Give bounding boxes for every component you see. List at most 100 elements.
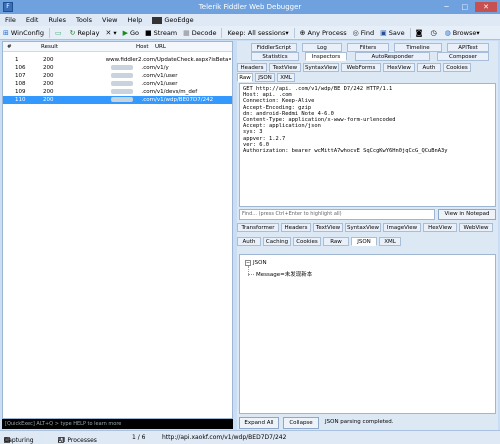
- go-button[interactable]: ▶ Go: [120, 26, 142, 40]
- replay-button[interactable]: ↻ Replay: [67, 26, 103, 40]
- any-process-button[interactable]: ⊕ Any Process: [297, 26, 350, 40]
- response-tab-transformer[interactable]: Transformer: [237, 223, 279, 232]
- response-tab-imageview[interactable]: ImageView: [383, 223, 421, 232]
- inspector-pane: FiddlerScript Log Filters Timeline APITest S…: [237, 41, 498, 430]
- screenshot-button[interactable]: ◙: [413, 26, 428, 40]
- session-row[interactable]: 110 200 .com/v1/wdp/BE07D7/242: [3, 96, 232, 104]
- keep-sessions-dropdown[interactable]: Keep: All sessions ▾: [224, 26, 291, 40]
- tab-autoresponder[interactable]: AutoResponder: [355, 52, 430, 61]
- request-tab-auth[interactable]: Auth: [417, 63, 441, 72]
- view-in-notepad-button[interactable]: View in Notepad: [438, 209, 496, 220]
- col-header-id[interactable]: #: [7, 44, 12, 50]
- camera-icon: ◙: [415, 28, 423, 37]
- title-bar: F Telerik Fiddler Web Debugger ─ □ ✕: [0, 0, 500, 14]
- tab-filters[interactable]: Filters: [347, 43, 389, 52]
- json-bottom-bar: Expand All Collapse JSON parsing complet…: [239, 416, 496, 430]
- menu-help[interactable]: Help: [122, 14, 147, 26]
- response-tab-cookies[interactable]: Cookies: [293, 237, 321, 246]
- session-result: 200: [43, 65, 54, 71]
- process-filter-label: All Processes: [58, 437, 97, 444]
- col-header-url[interactable]: URL: [155, 44, 166, 50]
- find-button[interactable]: ◎ Find: [350, 26, 377, 40]
- decode-icon: ▦: [183, 28, 190, 37]
- response-tab-headers[interactable]: Headers: [281, 223, 311, 232]
- session-host: www.fiddler2.com: [105, 57, 155, 63]
- tab-statistics[interactable]: Statistics: [251, 52, 299, 61]
- browse-button[interactable]: ◍ Browse ▾: [442, 26, 483, 40]
- request-tab-cookies[interactable]: Cookies: [443, 63, 471, 72]
- maximize-button[interactable]: □: [457, 2, 473, 12]
- request-tab-textview[interactable]: TextView: [269, 63, 301, 72]
- session-host: .com: [141, 97, 156, 103]
- request-raw-text[interactable]: GET http://api. .com/v1/wdp/BE D7/242 HT…: [239, 83, 496, 207]
- tab-inspectors[interactable]: Inspectors: [305, 52, 347, 61]
- menu-view[interactable]: View: [97, 14, 122, 26]
- response-tab-auth[interactable]: Auth: [237, 237, 261, 246]
- session-result: 200: [43, 81, 54, 87]
- stream-button[interactable]: ■ Stream: [142, 26, 180, 40]
- toolbar-divider: [221, 27, 223, 38]
- capturing-label: Capturing: [4, 437, 34, 444]
- replay-icon: ↻: [69, 28, 76, 37]
- request-tab-raw[interactable]: Raw: [237, 73, 253, 82]
- redacted-host: [111, 97, 133, 102]
- request-tab-headers[interactable]: Headers: [237, 63, 267, 72]
- session-id: 1: [15, 57, 19, 63]
- menu-edit[interactable]: Edit: [21, 14, 44, 26]
- request-tab-webforms[interactable]: WebForms: [341, 63, 381, 72]
- session-row[interactable]: 1 200 www.fiddler2.com/UpdateCheck.aspx?is…: [3, 56, 232, 64]
- tab-log[interactable]: Log: [302, 43, 342, 52]
- menu-file[interactable]: File: [0, 14, 21, 26]
- chevron-down-icon: ▾: [285, 28, 289, 37]
- timer-button[interactable]: ◷: [427, 26, 441, 40]
- session-host: .com: [141, 73, 156, 79]
- col-header-result[interactable]: Result: [41, 44, 58, 50]
- response-tab-xml[interactable]: XML: [379, 237, 401, 246]
- request-tab-xml[interactable]: XML: [277, 73, 295, 82]
- remove-button[interactable]: ✕ ▾: [102, 26, 119, 40]
- menu-geoedge[interactable]: GeoEdge: [147, 14, 198, 26]
- stream-icon: ■: [145, 28, 152, 37]
- session-url: /v1/user: [155, 73, 178, 79]
- json-message-node[interactable]: Message=未发现新本: [256, 270, 312, 278]
- tab-timeline[interactable]: Timeline: [394, 43, 442, 52]
- response-tab-syntaxview[interactable]: SyntaxView: [345, 223, 381, 232]
- session-row[interactable]: 106 200 .com/v1/y: [3, 64, 232, 72]
- tab-composer[interactable]: Composer: [437, 52, 489, 61]
- response-tab-webview[interactable]: WebView: [459, 223, 493, 232]
- close-button[interactable]: ✕: [475, 2, 497, 12]
- minimize-button[interactable]: ─: [439, 2, 455, 12]
- save-button[interactable]: ▣ Save: [377, 26, 408, 40]
- response-tab-json[interactable]: JSON: [351, 237, 377, 246]
- session-row[interactable]: 108 200 .com/v1/user: [3, 80, 232, 88]
- decode-label: Decode: [191, 28, 217, 37]
- menu-tools[interactable]: Tools: [71, 14, 97, 26]
- expand-all-button[interactable]: Expand All: [239, 417, 279, 429]
- session-list-header: # Result Host URL: [3, 42, 232, 52]
- tab-fiddlerscript[interactable]: FiddlerScript: [251, 43, 297, 52]
- request-tab-json[interactable]: JSON: [255, 73, 275, 82]
- quickexec-input[interactable]: [QuickExec] ALT+Q > type HELP to learn m…: [2, 419, 233, 429]
- decode-button[interactable]: ▦ Decode: [180, 26, 219, 40]
- find-label: Find: [360, 28, 375, 37]
- session-list[interactable]: # Result Host URL 1 200 www.fiddler2.com/U…: [2, 41, 233, 419]
- menu-rules[interactable]: Rules: [43, 14, 71, 26]
- response-tab-raw[interactable]: Raw: [323, 237, 349, 246]
- request-tab-hexview[interactable]: HexView: [383, 63, 415, 72]
- winconfig-button[interactable]: ⊞ WinConfig: [0, 26, 47, 40]
- response-tab-caching[interactable]: Caching: [263, 237, 291, 246]
- menu-geoedge-label: GeoEdge: [164, 16, 194, 24]
- tab-apitest[interactable]: APITest: [447, 43, 489, 52]
- response-tab-textview[interactable]: TextView: [313, 223, 343, 232]
- session-row[interactable]: 109 200 .com/v1/devs/m_def: [3, 88, 232, 96]
- json-tree-view[interactable]: − JSON Message=未发现新本: [239, 254, 496, 414]
- collapse-button[interactable]: Collapse: [283, 417, 319, 429]
- col-header-host[interactable]: Host: [136, 44, 149, 50]
- session-row[interactable]: 107 200 .com/v1/user: [3, 72, 232, 80]
- comment-button[interactable]: ▭: [52, 26, 67, 40]
- toolbar: ⊞ WinConfig ▭ ↻ Replay ✕ ▾ ▶ Go ■ Stream ▦ Dec…: [0, 26, 500, 40]
- response-tab-hexview[interactable]: HexView: [423, 223, 457, 232]
- request-tab-syntaxview[interactable]: SyntaxView: [303, 63, 339, 72]
- find-input[interactable]: Find... (press Ctrl+Enter to highlight a…: [239, 209, 435, 220]
- selected-url: http://api.xaokf.com/v1/wdp/BED7D7/242: [162, 434, 287, 441]
